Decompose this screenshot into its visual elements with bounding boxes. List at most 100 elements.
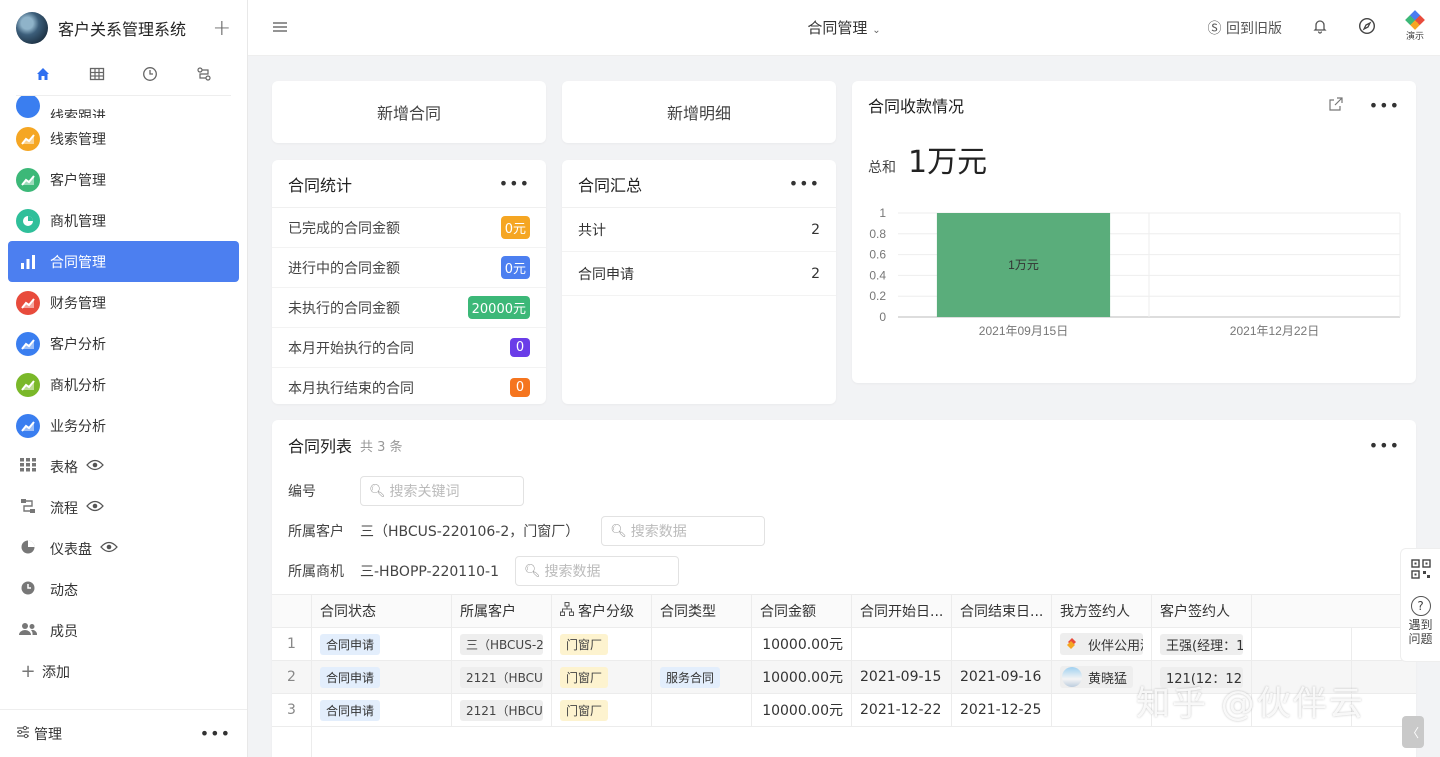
- summary-row[interactable]: 共计 2: [562, 208, 836, 252]
- eye-icon[interactable]: [100, 541, 118, 557]
- sidebar-item-1[interactable]: 客户管理: [8, 159, 239, 200]
- summary-row[interactable]: 合同申请 2: [562, 252, 836, 296]
- menu-toggle-icon[interactable]: [272, 18, 288, 37]
- sidebar-item-partial[interactable]: 线索跟进: [8, 96, 239, 118]
- column-header[interactable]: 合同状态: [312, 595, 452, 627]
- sidebar-item-7[interactable]: 业务分析: [8, 405, 239, 446]
- column-header[interactable]: 合同结束日...: [952, 595, 1052, 627]
- sidebar-item-0[interactable]: 线索管理: [8, 118, 239, 159]
- column-header[interactable]: 合同金额: [752, 595, 852, 627]
- start-date-cell[interactable]: [852, 628, 952, 660]
- type-cell[interactable]: 服务合同: [652, 661, 752, 693]
- home-icon[interactable]: [16, 66, 70, 86]
- help-icon[interactable]: ?: [1410, 596, 1431, 616]
- table-row[interactable]: 2 合同申请 2121（HBCUS 门窗厂 服务合同 10000.00元 2021-09-1…: [272, 661, 1416, 694]
- members-icon: [16, 622, 40, 640]
- clock-icon[interactable]: [124, 66, 178, 86]
- table-row[interactable]: 3 合同申请 2121（HBCUS 门窗厂 10000.00元 2021-12-22 202…: [272, 694, 1416, 727]
- column-header[interactable]: 客户分级: [552, 595, 652, 627]
- stat-row[interactable]: 进行中的合同金额 0元: [272, 248, 546, 288]
- sidebar-view-3[interactable]: 动态: [8, 569, 239, 610]
- sidebar-view-0[interactable]: 表格: [8, 446, 239, 487]
- start-date-cell[interactable]: 2021-09-15: [852, 661, 952, 693]
- status-cell[interactable]: 合同申请: [312, 628, 452, 660]
- old-version-button[interactable]: Ⓢ 回到旧版: [1208, 18, 1282, 38]
- customer-cell[interactable]: 2121（HBCUS: [452, 661, 552, 693]
- start-date-cell[interactable]: 2021-12-22: [852, 694, 952, 726]
- qrcode-icon[interactable]: [1410, 559, 1431, 584]
- more-icon[interactable]: •••: [1369, 96, 1400, 115]
- sidebar-item-3[interactable]: 合同管理: [8, 241, 239, 282]
- end-date-cell[interactable]: 2021-12-25: [952, 694, 1052, 726]
- amount-cell[interactable]: 10000.00元: [752, 628, 852, 660]
- flow-icon[interactable]: [177, 66, 231, 86]
- our-signer-cell[interactable]: 伙伴公用演: [1052, 628, 1152, 660]
- sidebar-view-1[interactable]: 流程: [8, 487, 239, 528]
- compass-icon[interactable]: [1358, 17, 1376, 39]
- more-icon[interactable]: •••: [200, 724, 231, 743]
- customer-cell[interactable]: 三（HBCUS-220: [452, 628, 552, 660]
- stat-row[interactable]: 本月执行结束的合同 0: [272, 368, 546, 404]
- sidebar-view-4[interactable]: 成员: [8, 610, 239, 651]
- sidebar-item-4[interactable]: 财务管理: [8, 282, 239, 323]
- sidebar-item-5[interactable]: 客户分析: [8, 323, 239, 364]
- client-signer-cell[interactable]: 王强(经理：18: [1152, 628, 1252, 660]
- status-cell[interactable]: 合同申请: [312, 661, 452, 693]
- our-signer-cell[interactable]: 黄晓猛: [1052, 661, 1152, 693]
- app-logo[interactable]: [16, 12, 48, 44]
- more-icon[interactable]: •••: [1369, 436, 1400, 455]
- empty-cell: [1252, 661, 1352, 693]
- summary-label: 合同申请: [578, 266, 634, 283]
- demo-button[interactable]: 演示: [1405, 10, 1425, 42]
- stat-row[interactable]: 未执行的合同金额 20000元: [272, 288, 546, 328]
- bell-icon[interactable]: [1312, 18, 1328, 38]
- column-header[interactable]: 我方签约人: [1052, 595, 1152, 627]
- eye-icon[interactable]: [86, 500, 104, 516]
- sidebar-view-label: 流程: [50, 500, 78, 517]
- new-detail-label: 新增明细: [666, 104, 731, 123]
- end-date-cell[interactable]: [952, 628, 1052, 660]
- our-signer-cell[interactable]: [1052, 694, 1152, 726]
- stat-row[interactable]: 本月开始执行的合同 0: [272, 328, 546, 368]
- end-date-cell[interactable]: 2021-09-16: [952, 661, 1052, 693]
- level-cell[interactable]: 门窗厂: [552, 694, 652, 726]
- type-cell[interactable]: [652, 694, 752, 726]
- type-cell[interactable]: [652, 628, 752, 660]
- column-header-label: 合同结束日...: [960, 604, 1044, 620]
- level-cell[interactable]: 门窗厂: [552, 661, 652, 693]
- sidebar-add-button[interactable]: + 添加: [8, 651, 239, 686]
- amount-cell[interactable]: 10000.00元: [752, 694, 852, 726]
- stat-row[interactable]: 已完成的合同金额 0元: [272, 208, 546, 248]
- page-title-dropdown[interactable]: 合同管理 ⌄: [807, 19, 880, 37]
- customer-search-input[interactable]: 🔍︎ 搜索数据: [601, 516, 766, 546]
- opportunity-search-input[interactable]: 🔍︎ 搜索数据: [515, 556, 679, 586]
- new-contract-button[interactable]: 新增合同: [272, 81, 546, 143]
- status-cell[interactable]: 合同申请: [312, 694, 452, 726]
- help-label[interactable]: 遇到问题: [1407, 618, 1435, 646]
- sidebar-view-2[interactable]: 仪表盘: [8, 528, 239, 569]
- collapse-handle[interactable]: 〈: [1402, 716, 1424, 748]
- add-icon[interactable]: +: [213, 16, 231, 41]
- column-header[interactable]: 所属客户: [452, 595, 552, 627]
- sidebar-item-2[interactable]: 商机管理: [8, 200, 239, 241]
- number-search-input[interactable]: 🔍︎ 搜索关键词: [360, 476, 524, 506]
- table-row[interactable]: 1 合同申请 三（HBCUS-220 门窗厂 10000.00元 伙伴公用演 王强(经理：1…: [272, 628, 1416, 661]
- client-signer-cell[interactable]: [1152, 694, 1252, 726]
- customer-cell[interactable]: 2121（HBCUS: [452, 694, 552, 726]
- more-icon[interactable]: •••: [789, 174, 820, 193]
- client-signer-cell[interactable]: 121(12：121: [1152, 661, 1252, 693]
- eye-icon[interactable]: [86, 459, 104, 475]
- column-header[interactable]: 客户签约人: [1152, 595, 1252, 627]
- sidebar-item-6[interactable]: 商机分析: [8, 364, 239, 405]
- level-cell[interactable]: 门窗厂: [552, 628, 652, 660]
- filter-opportunity: 所属商机 三-HBOPP-220110-1 🔍︎ 搜索数据: [288, 556, 679, 586]
- sidebar-manage[interactable]: 管理 •••: [0, 709, 247, 757]
- table-icon[interactable]: [70, 66, 124, 86]
- column-header[interactable]: 合同开始日...: [852, 595, 952, 627]
- new-detail-button[interactable]: 新增明细: [562, 81, 836, 143]
- column-header[interactable]: 合同类型: [652, 595, 752, 627]
- more-icon[interactable]: •••: [499, 174, 530, 193]
- amount-cell[interactable]: 10000.00元: [752, 661, 852, 693]
- flow-icon: [16, 498, 40, 518]
- external-link-icon[interactable]: [1329, 96, 1343, 115]
